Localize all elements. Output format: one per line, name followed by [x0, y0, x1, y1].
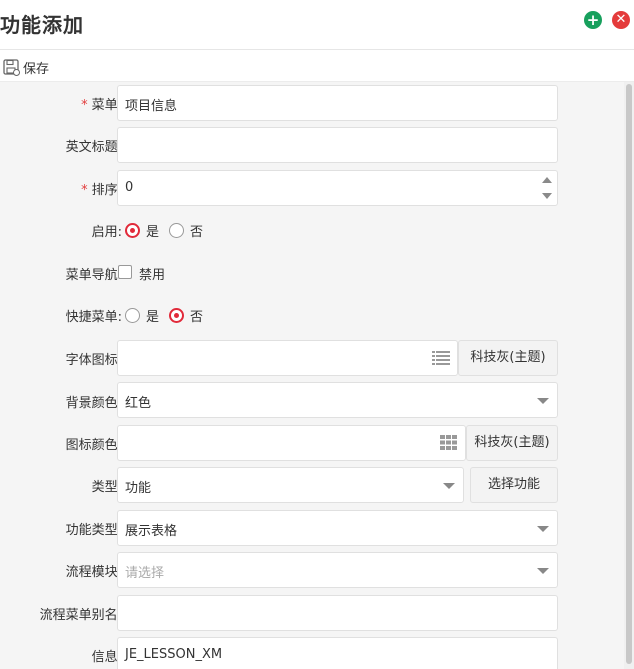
bg-color-select[interactable]: 红色: [117, 382, 558, 418]
flow-alias-label: 流程菜单别名:: [39, 608, 122, 623]
font-icon-theme-button[interactable]: 科技灰(主题): [458, 340, 558, 376]
select-function-button[interactable]: 选择功能: [470, 467, 558, 503]
enabled-no-label: 否: [190, 224, 204, 240]
enabled-label: 启用:: [91, 225, 122, 240]
quick-menu-no-label: 否: [190, 309, 204, 325]
save-button[interactable]: 保存: [3, 57, 49, 77]
menu-field[interactable]: 项目信息: [117, 85, 558, 121]
type-value: 功能: [125, 481, 152, 496]
menu-label: * 菜单:: [81, 98, 122, 113]
quick-menu-label: 快捷菜单:: [65, 310, 122, 325]
english-title-field[interactable]: [117, 127, 558, 163]
list-icon[interactable]: [432, 350, 450, 365]
enabled-radio-group: 是 否: [125, 221, 213, 240]
quick-menu-no-radio[interactable]: [169, 307, 185, 323]
menu-nav-checkbox-label: 禁用: [139, 268, 166, 283]
info-value: JE_LESSON_XM: [125, 647, 223, 662]
quick-menu-radio-group: 是 否: [125, 306, 213, 325]
chevron-down-icon: [537, 568, 549, 574]
flow-module-label: 流程模块:: [65, 565, 122, 580]
page-title: 功能添加: [0, 13, 84, 37]
enabled-yes-radio[interactable]: [125, 222, 140, 238]
quick-menu-yes-label: 是: [146, 309, 160, 325]
func-type-select[interactable]: 展示表格: [117, 510, 558, 546]
english-title-label: 英文标题:: [65, 140, 122, 155]
info-field[interactable]: JE_LESSON_XM: [117, 637, 558, 669]
chevron-down-icon: [537, 526, 549, 532]
dialog-header: 功能添加 + ✕: [0, 0, 634, 50]
quick-menu-yes-radio[interactable]: [125, 307, 140, 323]
order-label: * 排序:: [81, 183, 122, 198]
close-circle-icon[interactable]: ✕: [612, 11, 630, 29]
icon-color-theme-button[interactable]: 科技灰(主题): [466, 425, 558, 461]
font-icon-label: 字体图标:: [65, 353, 122, 368]
type-select[interactable]: 功能: [117, 467, 464, 503]
func-type-value: 展示表格: [125, 524, 178, 539]
order-stepper[interactable]: 0: [117, 170, 558, 206]
menu-nav-label: 菜单导航:: [65, 268, 122, 283]
scroll-thumb[interactable]: [626, 84, 632, 664]
enabled-yes-label: 是: [146, 224, 160, 240]
font-icon-field[interactable]: [117, 340, 458, 376]
toolbar: 保存: [0, 51, 634, 82]
chevron-down-icon: [537, 398, 549, 404]
icon-color-label: 图标颜色:: [65, 438, 122, 453]
order-value: 0: [125, 180, 134, 195]
scrollbar[interactable]: [624, 82, 634, 669]
menu-value: 项目信息: [125, 99, 178, 114]
icon-color-field[interactable]: [117, 425, 466, 461]
save-label: 保存: [23, 61, 50, 77]
required-mark: *: [81, 183, 88, 198]
func-type-label: 功能类型:: [65, 523, 122, 538]
chevron-down-icon: [443, 483, 455, 489]
menu-nav-checkbox[interactable]: [118, 265, 132, 279]
grid-icon[interactable]: [440, 435, 457, 450]
enabled-no-radio[interactable]: [169, 222, 185, 238]
flow-alias-field[interactable]: [117, 595, 558, 631]
plus-circle-icon[interactable]: +: [584, 11, 602, 29]
save-icon: [3, 58, 20, 76]
spin-down-icon[interactable]: [542, 193, 552, 199]
bg-color-value: 红色: [125, 396, 152, 411]
bg-color-label: 背景颜色:: [65, 396, 122, 411]
required-mark: *: [81, 98, 88, 113]
spin-up-icon[interactable]: [542, 177, 552, 183]
flow-module-select[interactable]: 请选择: [117, 552, 558, 588]
flow-module-placeholder: 请选择: [125, 566, 165, 581]
